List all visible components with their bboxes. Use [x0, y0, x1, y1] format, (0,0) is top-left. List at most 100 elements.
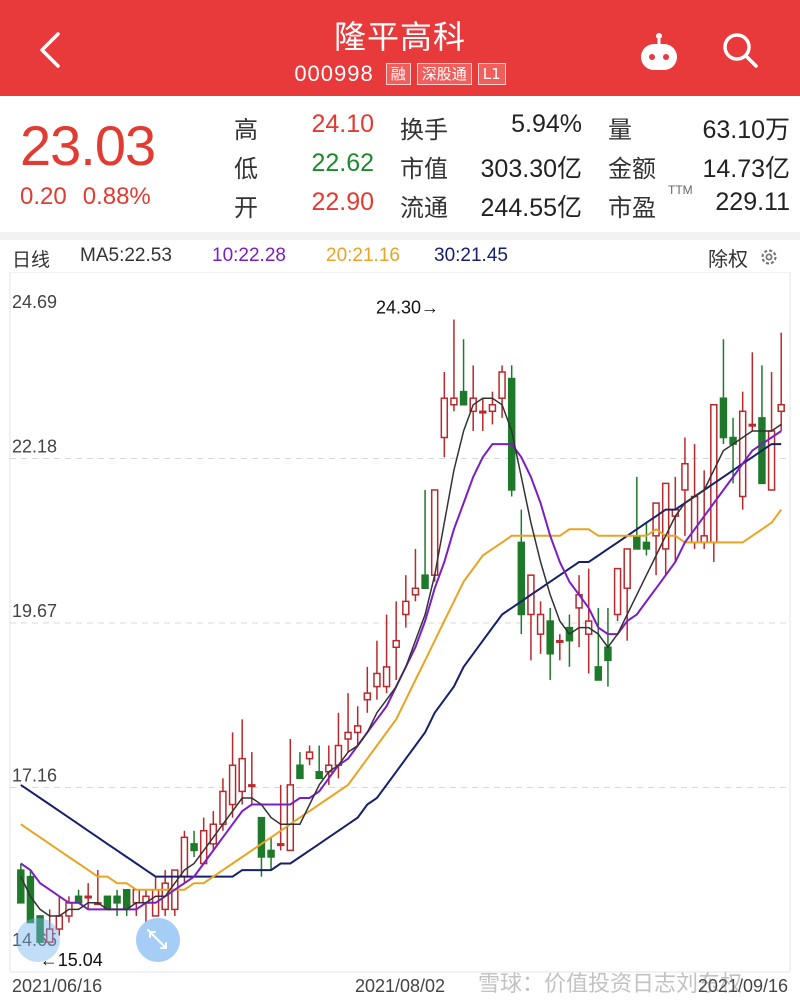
high-value: 24.10 [311, 110, 374, 138]
candlestick-chart[interactable]: 24.6922.1819.6717.1614.6524.30→←15.04202… [0, 272, 800, 1002]
candle-body [738, 410, 747, 498]
candle-body [228, 764, 237, 806]
amount-label: 金额 [608, 155, 656, 183]
stock-code: 000998 [294, 61, 374, 86]
candle-body [113, 895, 121, 904]
open-label: 开 [234, 194, 258, 222]
candle-body [633, 535, 641, 550]
high-label: 高 [234, 116, 258, 144]
candle-body [248, 784, 256, 788]
ma5-legend: MA5:22.53 [80, 245, 172, 266]
candle-body [411, 587, 420, 596]
candle-body [777, 404, 785, 413]
candle-body [681, 462, 689, 491]
gear-icon[interactable] [758, 246, 780, 268]
market-cap-label: 市值 [400, 155, 448, 183]
low-value: 22.62 [311, 149, 374, 177]
candle-body [392, 639, 400, 648]
ma20-legend: 20:21.16 [326, 245, 400, 266]
ma30-legend: 30:21.45 [434, 245, 508, 266]
candle-body [276, 843, 285, 847]
candle-body [363, 692, 372, 701]
amount-value: 14.73亿 [702, 155, 790, 183]
ma20-line [20, 509, 783, 891]
candle-body [315, 771, 323, 780]
candle-body [55, 915, 64, 930]
float-cap-value: 244.55亿 [480, 194, 582, 222]
candle-body [238, 757, 246, 793]
low-label: 低 [234, 155, 258, 183]
candle-body [219, 790, 227, 825]
candle-body [267, 849, 275, 858]
ma5-line [20, 397, 782, 917]
period-selector[interactable]: 日线 [12, 245, 50, 272]
candle-body [190, 843, 198, 852]
candle-body [690, 495, 699, 544]
y-tick-label: 19.67 [12, 601, 57, 621]
candle-body [719, 397, 728, 439]
candle-body [305, 751, 314, 760]
y-tick-label: 22.18 [12, 437, 57, 457]
x-axis-label: 2021/06/16 [12, 976, 102, 996]
ma30-line [20, 443, 782, 878]
candle-body [546, 620, 554, 655]
candle-body [402, 600, 410, 616]
price-change: 0.20 0.88% [20, 183, 151, 211]
candle-body [604, 646, 612, 662]
volume-label: 量 [608, 116, 632, 144]
connect-tag: 深股通 [416, 63, 472, 85]
robot-assistant-icon[interactable] [636, 30, 682, 74]
candle-body [132, 888, 141, 904]
last-price: 23.03 [20, 114, 156, 177]
section-divider [0, 232, 800, 240]
candle-body [84, 895, 92, 899]
candle-body [748, 423, 757, 427]
change-value: 0.20 [20, 183, 67, 210]
adjust-selector[interactable]: 除权 [708, 243, 748, 272]
level-tag: L1 [477, 63, 506, 85]
app-header: 隆平高科 000998 融 深股通 L1 [0, 0, 800, 96]
candle-body [296, 764, 304, 780]
candle-body [594, 666, 603, 681]
max-price-label: 24.30→ [376, 298, 439, 318]
watermark: 雪球：价值投资日志刘东权 [478, 972, 743, 997]
candle-body [459, 390, 468, 406]
chart-frame [9, 272, 791, 973]
candle-body [122, 888, 131, 911]
candle-body [642, 541, 651, 550]
candle-body [556, 639, 564, 643]
turnover-value: 5.94% [511, 110, 582, 138]
candle-body [488, 404, 497, 413]
float-cap-label: 流通 [400, 194, 448, 222]
candle-body [17, 869, 25, 904]
pe-value: 229.11 [715, 188, 790, 216]
floating-circle-button [16, 918, 60, 962]
change-percent: 0.88% [82, 183, 151, 210]
candle-body [382, 666, 391, 688]
candle-body [353, 725, 362, 734]
market-cap-value: 303.30亿 [480, 155, 582, 183]
x-axis-label: 2021/08/02 [355, 976, 445, 996]
candle-body [536, 613, 545, 635]
candle-body [479, 410, 487, 414]
candle-body [344, 731, 352, 740]
ma10-legend: 10:22.28 [212, 245, 286, 266]
candle-body [286, 784, 295, 852]
turnover-label: 换手 [400, 116, 448, 144]
candle-body [257, 816, 266, 858]
candle-body [450, 397, 458, 406]
search-icon[interactable] [720, 30, 760, 70]
volume-value: 63.10万 [702, 116, 790, 144]
ma-legend-bar: 日线 MA5:22.53 10:22.28 20:21.16 30:21.45 [0, 240, 800, 272]
candle-body [373, 672, 381, 688]
candle-body [623, 548, 631, 590]
open-value: 22.90 [311, 188, 374, 216]
candle-body [613, 567, 622, 616]
candle-body [421, 574, 429, 590]
candle-body [498, 371, 506, 399]
y-tick-label: 17.16 [12, 766, 57, 786]
pe-label: 市盈 [608, 194, 656, 222]
y-tick-label: 24.69 [12, 292, 57, 312]
margin-tag: 融 [385, 63, 411, 85]
candle-body [440, 397, 449, 439]
